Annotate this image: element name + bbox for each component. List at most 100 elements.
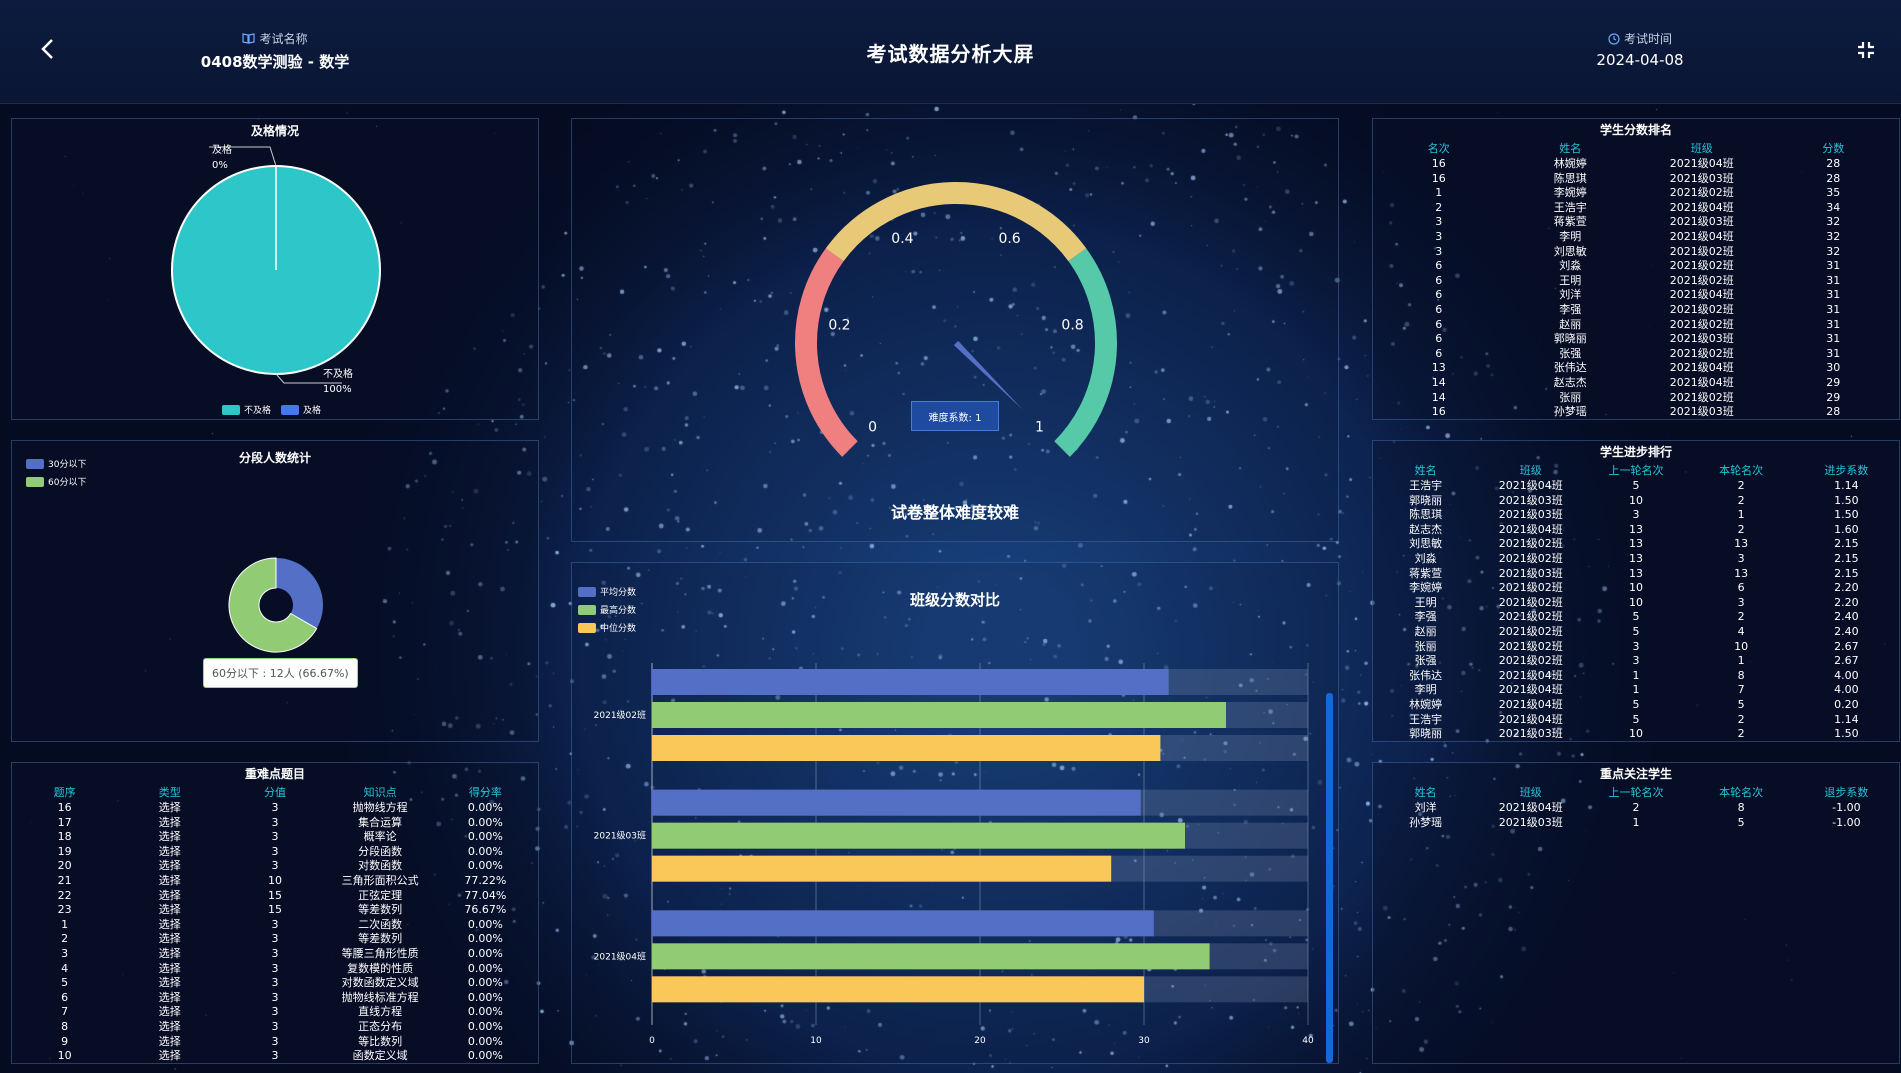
- table-row[interactable]: 1 李婉婷 2021级02班 35: [1373, 186, 1899, 201]
- table-header-cell[interactable]: 进步系数: [1794, 463, 1899, 479]
- table-cell: 3: [1632, 654, 1640, 668]
- table-row[interactable]: 19 选择 3 分段函数 0.00%: [12, 845, 538, 860]
- table-header-cell[interactable]: 姓名: [1373, 463, 1478, 479]
- table-row[interactable]: 李婉婷 2021级02班 10 6 2.20: [1373, 581, 1899, 596]
- table-row[interactable]: 21 选择 10 三角形面积公式 77.22%: [12, 874, 538, 889]
- table-header-cell[interactable]: 本轮名次: [1689, 463, 1794, 479]
- donut-slice-under-30[interactable]: [276, 558, 323, 629]
- table-cell: 3: [271, 815, 279, 829]
- table-row[interactable]: 李明 2021级04班 1 7 4.00: [1373, 683, 1899, 698]
- table-header-cell[interactable]: 退步系数: [1794, 785, 1899, 801]
- bar[interactable]: [652, 702, 1226, 728]
- table-row[interactable]: 18 选择 3 概率论 0.00%: [12, 830, 538, 845]
- table-header-cell[interactable]: 上一轮名次: [1583, 463, 1688, 479]
- table-header-cell[interactable]: 班级: [1636, 141, 1768, 157]
- table-row[interactable]: 王浩宇 2021级04班 5 2 1.14: [1373, 479, 1899, 494]
- table-row[interactable]: 6 刘洋 2021级04班 31: [1373, 288, 1899, 303]
- table-row[interactable]: 2 王浩宇 2021级04班 34: [1373, 201, 1899, 216]
- table-row[interactable]: 20 选择 3 对数函数 0.00%: [12, 859, 538, 874]
- gauge-band-low: [795, 248, 858, 457]
- table-row[interactable]: 3 蒋紫萱 2021级03班 32: [1373, 215, 1899, 230]
- table-row[interactable]: 16 选择 3 抛物线方程 0.00%: [12, 801, 538, 816]
- table-row[interactable]: 17 选择 3 集合运算 0.00%: [12, 816, 538, 831]
- table-row[interactable]: 张强 2021级02班 3 1 2.67: [1373, 654, 1899, 669]
- table-header-cell[interactable]: 本轮名次: [1689, 785, 1794, 801]
- table-cell: 3: [271, 917, 279, 931]
- table-row[interactable]: 林婉婷 2021级04班 5 5 0.20: [1373, 698, 1899, 713]
- table-row[interactable]: 刘思敏 2021级02班 13 13 2.15: [1373, 537, 1899, 552]
- table-row[interactable]: 16 林婉婷 2021级04班 28: [1373, 157, 1899, 172]
- table-row[interactable]: 3 选择 3 等腰三角形性质 0.00%: [12, 947, 538, 962]
- table-header-cell[interactable]: 姓名: [1505, 141, 1637, 157]
- table-header-cell[interactable]: 上一轮名次: [1583, 785, 1688, 801]
- table-header-cell[interactable]: 分值: [222, 785, 327, 801]
- bar[interactable]: [652, 943, 1210, 970]
- table-row[interactable]: 3 李明 2021级04班 32: [1373, 230, 1899, 245]
- table-header-cell[interactable]: 知识点: [328, 785, 433, 801]
- table-row[interactable]: 李强 2021级02班 5 2 2.40: [1373, 610, 1899, 625]
- chart-scrollbar[interactable]: [1326, 693, 1333, 1063]
- table-header-cell[interactable]: 名次: [1373, 141, 1505, 157]
- table-header-cell[interactable]: 姓名: [1373, 785, 1478, 801]
- table-row[interactable]: 刘淼 2021级02班 13 3 2.15: [1373, 552, 1899, 567]
- table-row[interactable]: 14 张丽 2021级02班 29: [1373, 391, 1899, 406]
- table-row[interactable]: 6 李强 2021级02班 31: [1373, 303, 1899, 318]
- table-header-cell[interactable]: 题序: [12, 785, 117, 801]
- bar[interactable]: [652, 669, 1169, 695]
- table-row[interactable]: 2 选择 3 等差数列 0.00%: [12, 932, 538, 947]
- table-row[interactable]: 6 张强 2021级02班 31: [1373, 347, 1899, 362]
- table-header-cell[interactable]: 类型: [117, 785, 222, 801]
- table-row[interactable]: 1 选择 3 二次函数 0.00%: [12, 918, 538, 933]
- table-row[interactable]: 3 刘思敏 2021级02班 32: [1373, 245, 1899, 260]
- table-row[interactable]: 22 选择 15 正弦定理 77.04%: [12, 889, 538, 904]
- table-cell: 18: [57, 830, 72, 844]
- table-cell: 2021级04班: [1498, 522, 1563, 536]
- table-row[interactable]: 6 赵丽 2021级02班 31: [1373, 318, 1899, 333]
- table-row[interactable]: 10 选择 3 函数定义域 0.00%: [12, 1049, 538, 1063]
- table-row[interactable]: 刘洋 2021级04班 2 8 -1.00: [1373, 801, 1899, 816]
- fullscreen-icon[interactable]: [1856, 40, 1876, 60]
- bar[interactable]: [652, 789, 1141, 816]
- table-cell: 13: [1628, 522, 1643, 536]
- bar[interactable]: [652, 910, 1154, 937]
- table-row[interactable]: 张伟达 2021级04班 1 8 4.00: [1373, 669, 1899, 684]
- bar[interactable]: [652, 976, 1144, 1003]
- table-header-cell[interactable]: 班级: [1478, 463, 1583, 479]
- table-header-cell[interactable]: 分数: [1768, 141, 1900, 157]
- table-row[interactable]: 6 王明 2021级02班 31: [1373, 274, 1899, 289]
- table-row[interactable]: 4 选择 3 复数模的性质 0.00%: [12, 962, 538, 977]
- table-header-cell[interactable]: 得分率: [433, 785, 538, 801]
- table-row[interactable]: 16 孙梦瑶 2021级03班 28: [1373, 405, 1899, 419]
- table-cell: 2021级02班: [1498, 624, 1563, 638]
- table-row[interactable]: 张丽 2021级02班 3 10 2.67: [1373, 640, 1899, 655]
- table-row[interactable]: 王明 2021级02班 10 3 2.20: [1373, 596, 1899, 611]
- table-row[interactable]: 郭晓丽 2021级03班 10 2 1.50: [1373, 494, 1899, 509]
- table-row[interactable]: 7 选择 3 直线方程 0.00%: [12, 1005, 538, 1020]
- difficulty-button[interactable]: 难度系数: 1: [911, 401, 999, 431]
- table-row[interactable]: 13 张伟达 2021级04班 30: [1373, 361, 1899, 376]
- table-header-cell[interactable]: 班级: [1478, 785, 1583, 801]
- table-row[interactable]: 6 选择 3 抛物线标准方程 0.00%: [12, 991, 538, 1006]
- table-row[interactable]: 8 选择 3 正态分布 0.00%: [12, 1020, 538, 1035]
- table-row[interactable]: 孙梦瑶 2021级03班 1 5 -1.00: [1373, 816, 1899, 831]
- table-row[interactable]: 6 郭晓丽 2021级03班 31: [1373, 332, 1899, 347]
- table-row[interactable]: 蒋紫萱 2021级03班 13 13 2.15: [1373, 567, 1899, 582]
- table-row[interactable]: 王浩宇 2021级04班 5 2 1.14: [1373, 713, 1899, 728]
- bar[interactable]: [652, 735, 1161, 761]
- table-row[interactable]: 赵丽 2021级02班 5 4 2.40: [1373, 625, 1899, 640]
- table-row[interactable]: 陈思琪 2021级03班 3 1 1.50: [1373, 508, 1899, 523]
- bar[interactable]: [652, 855, 1112, 882]
- table-row[interactable]: 16 陈思琪 2021级03班 28: [1373, 172, 1899, 187]
- table-row[interactable]: 6 刘淼 2021级02班 31: [1373, 259, 1899, 274]
- legend-swatch-fail[interactable]: [222, 404, 240, 415]
- table-row[interactable]: 郭晓丽 2021级03班 10 2 1.50: [1373, 727, 1899, 741]
- table-row[interactable]: 23 选择 15 等差数列 76.67%: [12, 903, 538, 918]
- bar[interactable]: [652, 822, 1185, 849]
- table-row[interactable]: 14 赵志杰 2021级04班 29: [1373, 376, 1899, 391]
- legend-swatch-pass[interactable]: [281, 404, 300, 415]
- table-row[interactable]: 5 选择 3 对数函数定义域 0.00%: [12, 976, 538, 991]
- table-row[interactable]: 赵志杰 2021级04班 13 2 1.60: [1373, 523, 1899, 538]
- difficulty-conclusion: 试卷整体难度较难: [890, 503, 1019, 522]
- pass-pie-chart: 及格 0% 不及格 100%: [171, 143, 381, 395]
- table-row[interactable]: 9 选择 3 等比数列 0.00%: [12, 1035, 538, 1050]
